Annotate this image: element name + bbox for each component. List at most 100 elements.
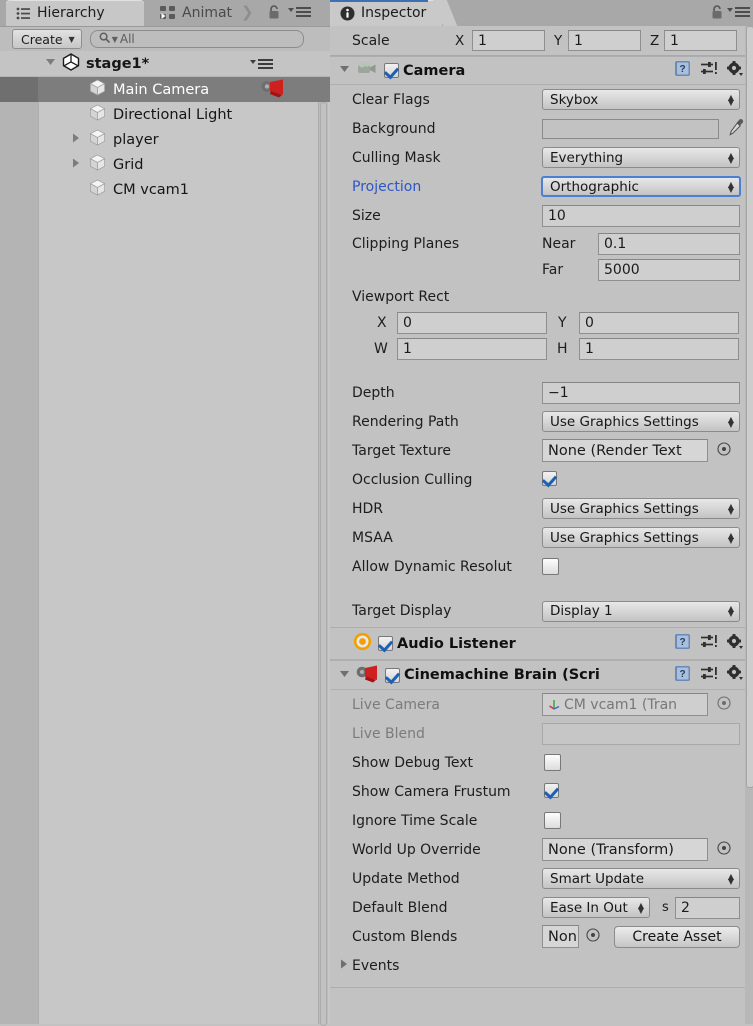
foldout-arrow-icon[interactable]	[338, 62, 351, 79]
target-display-dropdown[interactable]: Display 1 ▲ ▼	[542, 600, 740, 622]
hierarchy-scrollbar[interactable]	[318, 102, 328, 1026]
size-label: Size	[352, 207, 381, 224]
component-camera-title: Camera	[403, 62, 466, 79]
eyedropper-icon[interactable]	[728, 118, 746, 140]
component-camera-header[interactable]: Camera ?	[330, 57, 753, 85]
create-asset-button[interactable]: Create Asset	[614, 925, 740, 948]
default-blend-seconds-input[interactable]: 2	[675, 896, 740, 919]
hierarchy-item-cm-vcam1[interactable]: CM vcam1	[0, 177, 330, 202]
update-method-label: Update Method	[352, 870, 460, 887]
update-method-dropdown[interactable]: Smart Update ▲ ▼	[542, 868, 740, 889]
viewport-y-input[interactable]: 0	[579, 312, 739, 334]
foldout-arrow-icon[interactable]	[70, 132, 82, 148]
hdr-dropdown[interactable]: Use Graphics Settings ▲ ▼	[542, 498, 740, 519]
hierarchy-tabbar: Hierarchy Animat ❯	[0, 0, 330, 27]
object-picker-icon[interactable]	[586, 927, 600, 946]
scale-y-input[interactable]: 1	[568, 30, 641, 51]
hierarchy-scene-row[interactable]: stage1*	[0, 51, 330, 77]
info-circle-icon	[340, 6, 355, 21]
component-audio-listener-header[interactable]: Audio Listener ?	[330, 628, 753, 660]
scale-x-input[interactable]: 1	[472, 30, 545, 51]
clipping-far-input[interactable]: 5000	[598, 259, 740, 281]
tab-overflow-chevron-icon[interactable]: ❯	[241, 3, 254, 21]
search-input[interactable]: ▼ All	[89, 30, 304, 48]
property-events-foldout[interactable]: Events	[330, 951, 753, 981]
viewport-x-input[interactable]: 0	[397, 312, 547, 334]
projection-dropdown[interactable]: Orthographic ▲ ▼	[541, 176, 741, 197]
object-picker-icon[interactable]	[717, 441, 731, 460]
background-color-field[interactable]	[542, 118, 719, 139]
hierarchy-item-player[interactable]: player	[0, 127, 330, 152]
audio-listener-enabled-checkbox[interactable]	[378, 636, 393, 651]
scale-z-input[interactable]: 1	[664, 30, 737, 51]
updown-arrows-icon: ▲ ▼	[727, 414, 734, 429]
foldout-arrow-icon[interactable]	[70, 157, 82, 173]
allow-dynamic-resolution-checkbox[interactable]	[542, 558, 559, 575]
tab-animator[interactable]: Animat	[150, 0, 236, 26]
row-gutter	[0, 77, 38, 102]
culling-mask-dropdown[interactable]: Everything ▲ ▼	[542, 147, 740, 168]
search-filter-caret-icon[interactable]: ▼	[112, 35, 118, 44]
hierarchy-item-grid[interactable]: Grid	[0, 152, 330, 177]
help-book-icon[interactable]: ?	[674, 665, 691, 686]
inspector-scrollbar-thumb[interactable]	[746, 26, 753, 788]
custom-blends-object-field[interactable]: Non	[542, 925, 579, 948]
object-picker-icon[interactable]	[717, 840, 731, 859]
clipping-near-input[interactable]: 0.1	[598, 232, 740, 255]
default-blend-dropdown[interactable]: Ease In Out ▲ ▼	[542, 897, 650, 918]
preset-slider-icon[interactable]	[700, 61, 717, 80]
foldout-arrow-icon[interactable]	[338, 958, 350, 974]
tab-hierarchy[interactable]: Hierarchy	[6, 0, 144, 26]
ignore-time-scale-checkbox[interactable]	[544, 812, 561, 829]
show-debug-text-checkbox[interactable]	[544, 754, 561, 771]
scale-y-axis-label: Y	[554, 32, 563, 49]
gear-icon[interactable]	[726, 633, 743, 654]
hierarchy-scrollbar-thumb[interactable]	[320, 102, 327, 1026]
transform-scale-row: Scale X 1 Y 1 Z 1	[330, 26, 753, 56]
component-audio-listener: Audio Listener ?	[330, 627, 753, 660]
updown-arrows-icon: ▲ ▼	[637, 900, 644, 915]
viewport-w-input[interactable]: 1	[397, 338, 547, 360]
create-button[interactable]: Create ▼	[12, 29, 82, 49]
camera-enabled-checkbox[interactable]	[384, 63, 399, 78]
occlusion-culling-checkbox[interactable]	[542, 471, 557, 486]
rendering-path-dropdown[interactable]: Use Graphics Settings ▲ ▼	[542, 411, 740, 432]
culling-mask-label: Culling Mask	[352, 149, 441, 166]
world-up-override-object-field[interactable]: None (Transform)	[542, 838, 708, 861]
scene-foldout-arrow-icon[interactable]	[44, 55, 57, 72]
clear-flags-dropdown[interactable]: Skybox ▲ ▼	[542, 89, 740, 110]
viewport-y-label: Y	[558, 315, 567, 331]
svg-text:?: ?	[680, 637, 686, 648]
depth-input[interactable]: −1	[542, 381, 740, 404]
foldout-arrow-icon[interactable]	[338, 667, 351, 684]
size-input[interactable]: 10	[542, 204, 740, 227]
panel-menu-icon[interactable]	[727, 6, 751, 22]
scene-context-menu-icon[interactable]	[250, 58, 274, 70]
tab-inspector[interactable]: Inspector	[330, 0, 443, 26]
help-book-icon[interactable]: ?	[674, 60, 691, 81]
clipping-planes-label: Clipping Planes	[352, 235, 460, 252]
projection-label[interactable]: Projection	[352, 179, 421, 195]
default-blend-unit-label: s	[662, 900, 669, 915]
magnifier-icon	[99, 32, 111, 47]
viewport-h-input[interactable]: 1	[579, 338, 739, 360]
show-camera-frustum-checkbox[interactable]	[544, 783, 559, 798]
gear-icon[interactable]	[726, 60, 743, 81]
inspector-scrollbar[interactable]	[745, 26, 753, 1024]
lock-icon[interactable]	[268, 5, 280, 24]
gear-icon[interactable]	[726, 664, 743, 685]
panel-menu-icon[interactable]	[288, 6, 312, 22]
msaa-dropdown[interactable]: Use Graphics Settings ▲ ▼	[542, 527, 740, 548]
component-cinemachine-brain-header[interactable]: Cinemachine Brain (Scri ?	[330, 661, 753, 690]
hierarchy-item-main-camera[interactable]: Main Camera	[0, 77, 330, 102]
help-book-icon[interactable]: ?	[674, 633, 691, 654]
preset-slider-icon[interactable]	[700, 666, 717, 685]
hierarchy-item-directional-light[interactable]: Directional Light	[0, 102, 330, 127]
target-texture-object-field[interactable]: None (Render Text	[542, 439, 708, 462]
cinemachine-brain-enabled-checkbox[interactable]	[385, 667, 400, 683]
preset-slider-icon[interactable]	[700, 634, 717, 653]
lock-icon[interactable]	[711, 5, 723, 24]
default-blend-label: Default Blend	[352, 899, 448, 916]
scene-name-label: stage1*	[86, 55, 150, 72]
